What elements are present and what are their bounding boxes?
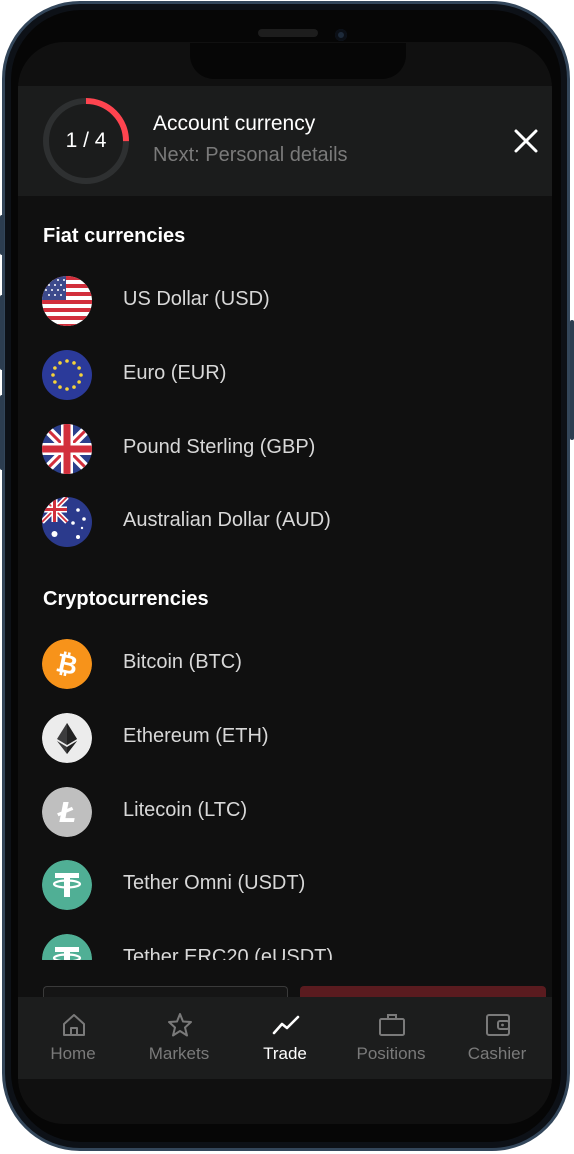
litecoin-icon: Ł: [42, 787, 92, 837]
fiat-section-title: Fiat currencies: [43, 225, 186, 247]
home-icon: [63, 1014, 85, 1036]
side-button: [0, 295, 4, 370]
briefcase-icon: [379, 1014, 405, 1036]
star-icon: [168, 1013, 192, 1037]
signup-header: 1 / 4 Account currency Next: Personal de…: [18, 86, 552, 196]
svg-text:Ł: Ł: [57, 796, 76, 829]
nav-positions[interactable]: Positions: [338, 997, 444, 1079]
notch: [190, 43, 406, 79]
page-title: Account currency: [153, 112, 316, 135]
front-camera: [335, 29, 347, 41]
nav-home[interactable]: Home: [20, 997, 126, 1079]
nav-cashier[interactable]: Cashier: [444, 997, 550, 1079]
currency-label: Litecoin (LTC): [123, 799, 248, 821]
nav-label: Cashier: [467, 1044, 527, 1063]
currency-label: Pound Sterling (GBP): [123, 436, 316, 458]
nav-label: Trade: [263, 1044, 307, 1063]
app-screen: 1 / 4 Account currency Next: Personal de…: [18, 42, 552, 1124]
next-step-label: Next: Personal details: [153, 144, 348, 166]
speaker: [258, 29, 318, 37]
currency-label: Euro (EUR): [123, 362, 227, 384]
bottom-nav: Home Markets Trade Positions Cashier: [18, 997, 552, 1079]
side-button: [0, 395, 4, 470]
currency-item-gbp[interactable]: Pound Sterling (GBP): [18, 417, 552, 481]
crypto-section-title: Cryptocurrencies: [43, 588, 209, 610]
au-flag-icon: [42, 497, 92, 547]
currency-label: Tether Omni (USDT): [123, 872, 306, 894]
wallet-icon: [486, 1014, 510, 1036]
nav-label: Home: [50, 1044, 96, 1063]
ethereum-icon: [42, 713, 92, 763]
currency-label: Ethereum (ETH): [123, 725, 269, 747]
tether-icon: [42, 860, 92, 910]
us-flag-icon: [42, 276, 92, 326]
nav-label: Positions: [356, 1044, 426, 1063]
close-icon[interactable]: [512, 127, 540, 155]
currency-item-usdt[interactable]: Tether Omni (USDT): [18, 853, 552, 917]
trade-chart-icon: [272, 1015, 300, 1035]
currency-item-aud[interactable]: Australian Dollar (AUD): [18, 490, 552, 554]
currency-item-ltc[interactable]: Ł Litecoin (LTC): [18, 780, 552, 844]
currency-label: Bitcoin (BTC): [123, 651, 242, 673]
uk-flag-icon: [42, 424, 92, 474]
currency-label: US Dollar (USD): [123, 288, 270, 310]
currency-item-eur[interactable]: Euro (EUR): [18, 343, 552, 407]
side-button: [0, 215, 4, 255]
currency-item-eth[interactable]: Ethereum (ETH): [18, 706, 552, 770]
nav-trade[interactable]: Trade: [232, 997, 338, 1079]
progress-step-text: 1 / 4: [65, 129, 107, 152]
nav-markets[interactable]: Markets: [126, 997, 232, 1079]
side-button: [570, 320, 574, 440]
bitcoin-icon: ₿: [42, 639, 92, 689]
currency-item-btc[interactable]: ₿ Bitcoin (BTC): [18, 632, 552, 696]
currency-label: Australian Dollar (AUD): [123, 509, 331, 531]
currency-item-usd[interactable]: US Dollar (USD): [18, 269, 552, 333]
nav-label: Markets: [148, 1044, 210, 1063]
eu-flag-icon: [42, 350, 92, 400]
